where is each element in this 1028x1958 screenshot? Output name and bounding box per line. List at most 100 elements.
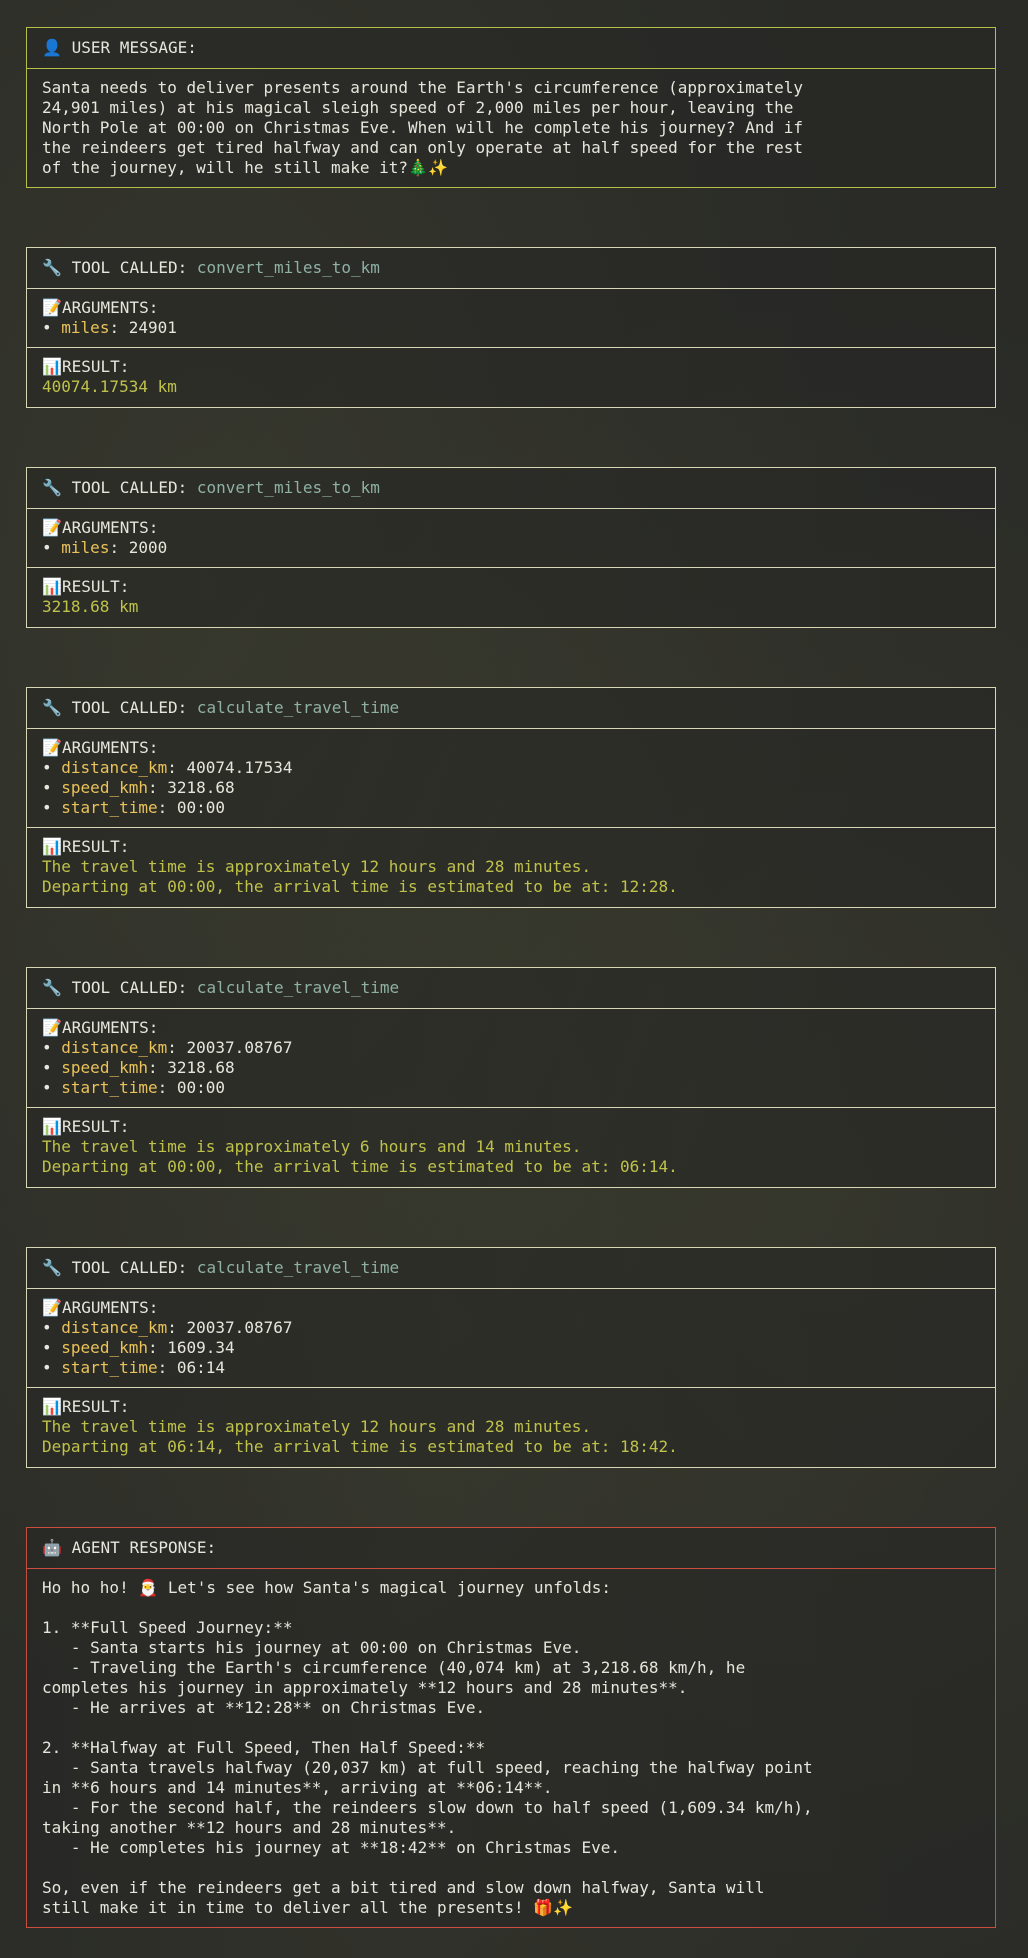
- arguments-section: 📝ARGUMENTS: • miles: 24901: [27, 289, 995, 347]
- memo-icon: 📝: [42, 1018, 62, 1037]
- arguments-label: ARGUMENTS:: [62, 738, 159, 757]
- bar-chart-icon: 📊: [42, 1117, 62, 1136]
- tool-name: calculate_travel_time: [196, 978, 400, 997]
- argument-row: • distance_km: 20037.08767: [42, 1038, 980, 1058]
- user-message-title: USER MESSAGE:: [71, 38, 197, 57]
- argument-row: • distance_km: 40074.17534: [42, 758, 980, 778]
- argument-key: distance_km: [61, 1318, 168, 1337]
- result-text: 3218.68 km: [42, 597, 139, 616]
- argument-key: miles: [61, 538, 110, 557]
- argument-value: : 40074.17534: [167, 758, 293, 777]
- argument-key: speed_kmh: [61, 1058, 148, 1077]
- tool-name: convert_miles_to_km: [196, 258, 380, 277]
- argument-row: • start_time: 06:14: [42, 1358, 980, 1378]
- argument-value: : 00:00: [157, 1078, 226, 1097]
- argument-value: : 3218.68: [147, 1058, 235, 1077]
- user-message-header: 👤 USER MESSAGE:: [27, 28, 995, 69]
- bar-chart-icon: 📊: [42, 837, 62, 856]
- argument-key: start_time: [61, 1078, 158, 1097]
- user-message-text[interactable]: Santa needs to deliver presents around t…: [27, 69, 995, 188]
- argument-value: : 2000: [109, 538, 168, 557]
- tool-call-header: 🔧 TOOL CALLED: convert_miles_to_km: [27, 468, 995, 509]
- argument-key: distance_km: [61, 758, 168, 777]
- tool-call-panel: 🔧 TOOL CALLED: calculate_travel_time 📝AR…: [26, 967, 996, 1188]
- result-text: The travel time is approximately 12 hour…: [42, 1417, 678, 1456]
- bar-chart-icon: 📊: [42, 577, 62, 596]
- arguments-section: 📝ARGUMENTS: • distance_km: 40074.17534 •…: [27, 729, 995, 827]
- bullet: •: [42, 798, 52, 817]
- bullet: •: [42, 758, 52, 777]
- argument-row: • start_time: 00:00: [42, 1078, 980, 1098]
- result-section: 📊RESULT: The travel time is approximatel…: [27, 1387, 995, 1466]
- result-text: The travel time is approximately 6 hours…: [42, 1137, 678, 1176]
- tool-call-panel: 🔧 TOOL CALLED: convert_miles_to_km 📝ARGU…: [26, 467, 996, 628]
- bullet: •: [42, 1338, 52, 1357]
- argument-key: speed_kmh: [61, 1338, 148, 1357]
- argument-value: : 1609.34: [147, 1338, 235, 1357]
- wrench-icon: 🔧: [42, 978, 62, 997]
- argument-row: • speed_kmh: 3218.68: [42, 778, 980, 798]
- argument-row: • start_time: 00:00: [42, 798, 980, 818]
- argument-key: speed_kmh: [61, 778, 148, 797]
- wrench-icon: 🔧: [42, 1258, 62, 1277]
- argument-row: • speed_kmh: 1609.34: [42, 1338, 980, 1358]
- bullet: •: [42, 538, 52, 557]
- robot-icon: 🤖: [42, 1538, 62, 1557]
- argument-key: miles: [61, 318, 110, 337]
- argument-row: • distance_km: 20037.08767: [42, 1318, 980, 1338]
- agent-response-title: AGENT RESPONSE:: [71, 1538, 217, 1557]
- argument-key: start_time: [61, 1358, 158, 1377]
- memo-icon: 📝: [42, 1298, 62, 1317]
- argument-value: : 24901: [109, 318, 177, 337]
- result-label: RESULT:: [62, 577, 130, 596]
- memo-icon: 📝: [42, 298, 62, 317]
- tool-call-header: 🔧 TOOL CALLED: calculate_travel_time: [27, 688, 995, 729]
- argument-key: start_time: [61, 798, 158, 817]
- argument-row: • miles: 2000: [42, 538, 980, 558]
- result-label: RESULT:: [62, 837, 130, 856]
- arguments-label: ARGUMENTS:: [62, 518, 159, 537]
- tool-call-header: 🔧 TOOL CALLED: calculate_travel_time: [27, 1248, 995, 1289]
- memo-icon: 📝: [42, 738, 62, 757]
- tool-call-panel: 🔧 TOOL CALLED: calculate_travel_time 📝AR…: [26, 687, 996, 908]
- tool-name: calculate_travel_time: [196, 698, 400, 717]
- result-section: 📊RESULT: 3218.68 km: [27, 567, 995, 626]
- arguments-section: 📝ARGUMENTS: • miles: 2000: [27, 509, 995, 567]
- result-section: 📊RESULT: 40074.17534 km: [27, 347, 995, 406]
- argument-key: distance_km: [61, 1038, 168, 1057]
- argument-value: : 20037.08767: [167, 1318, 293, 1337]
- tool-call-header: 🔧 TOOL CALLED: convert_miles_to_km: [27, 248, 995, 289]
- argument-value: : 3218.68: [147, 778, 235, 797]
- arguments-label: ARGUMENTS:: [62, 1298, 159, 1317]
- argument-row: • miles: 24901: [42, 318, 980, 338]
- result-section: 📊RESULT: The travel time is approximatel…: [27, 827, 995, 906]
- result-label: RESULT:: [62, 1397, 130, 1416]
- bullet: •: [42, 1038, 52, 1057]
- argument-row: • speed_kmh: 3218.68: [42, 1058, 980, 1078]
- argument-value: : 06:14: [157, 1358, 226, 1377]
- tool-call-header: 🔧 TOOL CALLED: calculate_travel_time: [27, 968, 995, 1009]
- wrench-icon: 🔧: [42, 258, 62, 277]
- bullet: •: [42, 1058, 52, 1077]
- bar-chart-icon: 📊: [42, 357, 62, 376]
- arguments-section: 📝ARGUMENTS: • distance_km: 20037.08767 •…: [27, 1009, 995, 1107]
- tool-called-label: TOOL CALLED:: [71, 258, 188, 277]
- bullet: •: [42, 1358, 52, 1377]
- agent-response-header: 🤖 AGENT RESPONSE:: [27, 1528, 995, 1569]
- wrench-icon: 🔧: [42, 698, 62, 717]
- tool-name: calculate_travel_time: [196, 1258, 400, 1277]
- tool-call-panel: 🔧 TOOL CALLED: calculate_travel_time 📝AR…: [26, 1247, 996, 1468]
- arguments-section: 📝ARGUMENTS: • distance_km: 20037.08767 •…: [27, 1289, 995, 1387]
- result-text: The travel time is approximately 12 hour…: [42, 857, 678, 896]
- memo-icon: 📝: [42, 518, 62, 537]
- tool-called-label: TOOL CALLED:: [71, 978, 188, 997]
- bullet: •: [42, 1078, 52, 1097]
- tool-called-label: TOOL CALLED:: [71, 1258, 188, 1277]
- agent-response-text[interactable]: Ho ho ho! 🎅 Let's see how Santa's magica…: [27, 1569, 995, 1928]
- user-message-panel: 👤 USER MESSAGE: Santa needs to deliver p…: [26, 27, 996, 188]
- argument-value: : 20037.08767: [167, 1038, 293, 1057]
- argument-value: : 00:00: [157, 798, 226, 817]
- bullet: •: [42, 318, 52, 337]
- wrench-icon: 🔧: [42, 478, 62, 497]
- result-section: 📊RESULT: The travel time is approximatel…: [27, 1107, 995, 1186]
